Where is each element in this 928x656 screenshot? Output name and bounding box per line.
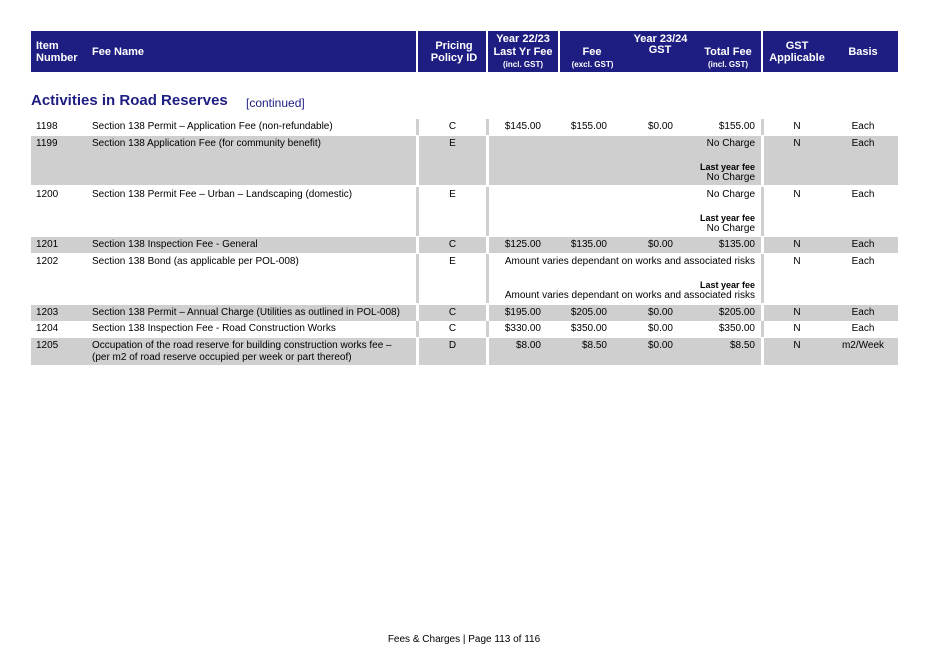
table-row: 1204 Section 138 Inspection Fee - Road C… bbox=[31, 321, 898, 337]
cell-item: 1200 bbox=[36, 189, 59, 200]
cell-fee-name: Section 138 Bond (as applicable per POL-… bbox=[92, 256, 299, 267]
cell-policy: E bbox=[449, 138, 456, 149]
cell-basis: Each bbox=[851, 138, 875, 149]
cell-basis: Each bbox=[851, 239, 875, 250]
cell-policy: E bbox=[449, 256, 456, 267]
cell-last-yr-fee: $330.00 bbox=[504, 323, 541, 334]
cell-total-fee: Amount varies dependant on works and ass… bbox=[504, 256, 755, 267]
cell-gst-applicable: N bbox=[793, 256, 801, 267]
cell-fee: $8.50 bbox=[581, 340, 607, 351]
cell-fee: $135.00 bbox=[570, 239, 607, 250]
cell-basis: Each bbox=[851, 121, 875, 132]
header-pricing-policy: Pricing Policy ID bbox=[430, 40, 478, 64]
header-fee-name: Fee Name bbox=[92, 46, 144, 58]
cell-basis: Each bbox=[851, 189, 875, 200]
header-incl-gst-1: (incl. GST) bbox=[503, 60, 543, 69]
last-year-fee-value: No Charge bbox=[706, 223, 755, 234]
table-row: 1205 Occupation of the road reserve for … bbox=[31, 338, 898, 365]
cell-item: 1205 bbox=[36, 340, 59, 351]
header-excl-gst: (excl. GST) bbox=[571, 60, 614, 69]
cell-fee-name: Section 138 Permit – Annual Charge (Util… bbox=[92, 307, 400, 318]
cell-policy: C bbox=[448, 121, 457, 132]
header-cell-item: Item Number Fee Name bbox=[31, 31, 416, 72]
cell-fee: $350.00 bbox=[570, 323, 607, 334]
header-cell-current-year: Year 23/24 Fee (excl. GST) GST Total Fee… bbox=[560, 31, 761, 72]
cell-total-fee: No Charge bbox=[706, 189, 755, 200]
cell-gst: $0.00 bbox=[647, 340, 673, 351]
header-cell-last-year: Year 22/23 Last Yr Fee (incl. GST) bbox=[488, 31, 558, 72]
cell-total-fee: $350.00 bbox=[718, 323, 755, 334]
cell-fee: $205.00 bbox=[570, 307, 607, 318]
cell-gst: $0.00 bbox=[647, 239, 673, 250]
table-row: 1199 Section 138 Application Fee (for co… bbox=[31, 136, 898, 185]
table-row: 1203 Section 138 Permit – Annual Charge … bbox=[31, 305, 898, 321]
cell-gst-applicable: N bbox=[793, 323, 801, 334]
header-incl-gst-2: (incl. GST) bbox=[708, 60, 748, 69]
cell-fee: $155.00 bbox=[570, 121, 607, 132]
cell-gst-applicable: N bbox=[793, 307, 801, 318]
header-gst-applicable: GST Applicable bbox=[769, 40, 825, 64]
cell-item: 1202 bbox=[36, 256, 59, 267]
cell-gst: $0.00 bbox=[647, 323, 673, 334]
cell-policy: C bbox=[448, 239, 457, 250]
header-total-fee: Total Fee bbox=[704, 46, 752, 58]
last-year-fee-value: Amount varies dependant on works and ass… bbox=[504, 290, 755, 301]
header-cell-policy: Pricing Policy ID bbox=[418, 31, 486, 72]
cell-gst-applicable: N bbox=[793, 138, 801, 149]
header-last-yr-fee: Last Yr Fee bbox=[493, 46, 553, 58]
page-footer: Fees & Charges | Page 113 of 116 bbox=[387, 634, 541, 645]
table-row: 1200 Section 138 Permit Fee – Urban – La… bbox=[31, 187, 898, 236]
cell-gst-applicable: N bbox=[793, 121, 801, 132]
cell-item: 1198 bbox=[36, 121, 58, 132]
cell-gst: $0.00 bbox=[647, 121, 673, 132]
cell-basis: m2/Week bbox=[841, 340, 885, 351]
header-cell-gst-app: GST Applicable Basis bbox=[763, 31, 898, 72]
cell-last-yr-fee: $195.00 bbox=[504, 307, 541, 318]
table-row: 1202 Section 138 Bond (as applicable per… bbox=[31, 254, 898, 303]
header-fee: Fee bbox=[582, 46, 602, 58]
header-basis: Basis bbox=[848, 46, 878, 58]
cell-total-fee: $155.00 bbox=[718, 121, 755, 132]
cell-last-yr-fee: $145.00 bbox=[504, 121, 541, 132]
cell-policy: C bbox=[448, 323, 457, 334]
section-continued: [continued] bbox=[246, 96, 305, 110]
cell-fee-name: Occupation of the road reserve for build… bbox=[92, 340, 392, 363]
cell-fee-name: Section 138 Inspection Fee - Road Constr… bbox=[92, 323, 336, 334]
cell-gst: $0.00 bbox=[647, 307, 673, 318]
cell-fee-name: Section 138 Application Fee (for communi… bbox=[92, 138, 322, 149]
cell-item: 1204 bbox=[36, 323, 59, 334]
cell-fee-name: Section 138 Inspection Fee - General bbox=[92, 239, 258, 250]
cell-gst-applicable: N bbox=[793, 239, 801, 250]
cell-policy: E bbox=[449, 189, 456, 200]
cell-basis: Each bbox=[851, 323, 875, 334]
cell-gst-applicable: N bbox=[793, 340, 801, 351]
cell-total-fee: No Charge bbox=[706, 138, 755, 149]
cell-fee-name: Section 138 Permit Fee – Urban – Landsca… bbox=[92, 189, 353, 200]
header-year-2223: Year 22/23 bbox=[496, 33, 550, 45]
cell-policy: C bbox=[448, 307, 457, 318]
cell-total-fee: $8.50 bbox=[729, 340, 755, 351]
cell-basis: Each bbox=[851, 256, 875, 267]
cell-gst-applicable: N bbox=[793, 189, 801, 200]
cell-basis: Each bbox=[851, 307, 875, 318]
cell-item: 1201 bbox=[36, 239, 59, 250]
header-item-number: Item Number bbox=[36, 40, 78, 64]
section-title: Activities in Road Reserves bbox=[31, 92, 228, 109]
cell-item: 1199 bbox=[36, 138, 58, 149]
last-year-fee-value: No Charge bbox=[706, 172, 755, 183]
cell-total-fee: $205.00 bbox=[718, 307, 755, 318]
table-row: 1198 Section 138 Permit – Application Fe… bbox=[31, 119, 898, 135]
cell-last-yr-fee: $125.00 bbox=[504, 239, 541, 250]
header-gst: GST bbox=[648, 44, 672, 56]
cell-last-yr-fee: $8.00 bbox=[515, 340, 541, 351]
cell-policy: D bbox=[448, 340, 457, 351]
table-row: 1201 Section 138 Inspection Fee - Genera… bbox=[31, 237, 898, 253]
cell-item: 1203 bbox=[36, 307, 59, 318]
cell-total-fee: $135.00 bbox=[718, 239, 755, 250]
cell-fee-name: Section 138 Permit – Application Fee (no… bbox=[92, 121, 333, 132]
